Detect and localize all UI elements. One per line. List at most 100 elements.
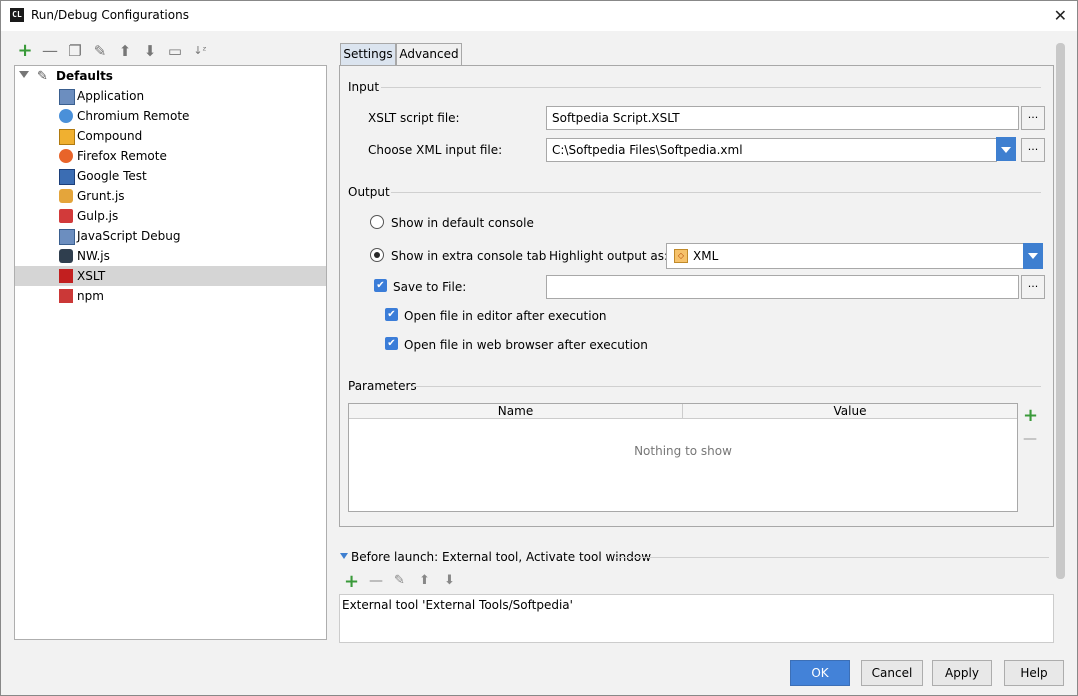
tree-root-label: Defaults (56, 69, 113, 83)
xslt-browse-button[interactable]: ... (1021, 106, 1045, 130)
scrollbar[interactable] (1056, 43, 1065, 579)
xml-value: C:\Softpedia Files\Softpedia.xml (552, 143, 743, 157)
open-browser-checkbox[interactable]: ✔ (385, 337, 398, 350)
highlight-label: Highlight output as: (549, 249, 669, 263)
copy-icon[interactable]: ❐ (65, 41, 85, 61)
tree-item-label: Chromium Remote (77, 109, 190, 123)
cancel-button[interactable]: Cancel (861, 660, 923, 686)
tab-advanced[interactable]: Advanced (396, 43, 462, 65)
chromium-icon (59, 109, 73, 123)
edit-task-icon[interactable]: ✎ (394, 573, 405, 588)
save-to-file-checkbox[interactable]: ✔ (374, 279, 387, 292)
apply-button[interactable]: Apply (932, 660, 992, 686)
xslt-icon (59, 269, 73, 283)
scrollbar-thumb[interactable] (1056, 43, 1065, 579)
wrench-icon[interactable]: ✎ (90, 41, 110, 61)
tree-item-firefox-remote[interactable]: Firefox Remote (15, 146, 326, 166)
add-icon[interactable]: + (15, 41, 35, 61)
tree-item-xslt[interactable]: XSLT (15, 266, 326, 286)
sort-icon[interactable]: ↓ᶻ (190, 41, 210, 61)
collapse-arrow-icon[interactable] (340, 553, 348, 559)
before-launch-item[interactable]: External tool 'External Tools/Softpedia' (342, 598, 573, 612)
tree-item-label: JavaScript Debug (77, 229, 181, 243)
config-tree[interactable]: ✎ Defaults Application Chromium Remote Com… (14, 65, 327, 640)
ok-button[interactable]: OK (790, 660, 850, 686)
xml-label: Choose XML input file: (368, 143, 503, 157)
xml-dropdown-arrow-icon[interactable] (996, 137, 1016, 161)
col-header-name[interactable]: Name (349, 404, 683, 419)
add-task-icon[interactable]: + (344, 571, 359, 592)
tree-item-application[interactable]: Application (15, 86, 326, 106)
remove-parameter-icon[interactable]: — (1023, 431, 1037, 447)
before-launch-list[interactable]: External tool 'External Tools/Softpedia' (339, 594, 1054, 643)
javascript-debug-icon (59, 229, 75, 245)
open-editor-label: Open file in editor after execution (404, 309, 607, 323)
close-icon[interactable]: ✕ (1054, 6, 1067, 25)
move-task-up-icon[interactable]: ⬆ (419, 573, 430, 588)
parameters-section-title: Parameters (348, 379, 417, 393)
tree-item-nw-js[interactable]: NW.js (15, 246, 326, 266)
tree-item-javascript-debug[interactable]: JavaScript Debug (15, 226, 326, 246)
tree-root-defaults[interactable]: ✎ Defaults (15, 66, 326, 86)
nwjs-icon (59, 249, 73, 263)
parameters-table[interactable]: Name Value Nothing to show (348, 403, 1018, 512)
application-icon (59, 89, 75, 105)
expand-arrow-icon[interactable] (19, 71, 29, 78)
highlight-select[interactable]: ◇ XML (666, 243, 1024, 269)
divider (411, 386, 1041, 387)
tree-item-label: Google Test (77, 169, 147, 183)
open-editor-checkbox[interactable]: ✔ (385, 308, 398, 321)
arrow-down-icon[interactable]: ⬇ (140, 41, 160, 61)
input-section-title: Input (348, 80, 380, 94)
extra-tab-label: Show in extra console tab (391, 249, 547, 263)
tree-item-npm[interactable]: npm (15, 286, 326, 306)
move-task-down-icon[interactable]: ⬇ (444, 573, 455, 588)
before-launch-header[interactable]: Before launch: External tool, Activate t… (351, 550, 651, 564)
tree-item-label: Grunt.js (77, 189, 125, 203)
remove-icon[interactable]: — (40, 41, 60, 61)
open-browser-label: Open file in web browser after execution (404, 338, 648, 352)
output-section-title: Output (348, 185, 390, 199)
tree-item-google-test[interactable]: Google Test (15, 166, 326, 186)
tree-item-grunt-js[interactable]: Grunt.js (15, 186, 326, 206)
xml-browse-button[interactable]: ... (1021, 138, 1045, 162)
help-button[interactable]: Help (1004, 660, 1064, 686)
tree-item-label: NW.js (77, 249, 110, 263)
save-to-file-label: Save to File: (393, 280, 467, 294)
tree-item-chromium-remote[interactable]: Chromium Remote (15, 106, 326, 126)
tree-item-label: Gulp.js (77, 209, 119, 223)
add-parameter-icon[interactable]: + (1023, 405, 1038, 426)
compound-icon (59, 129, 75, 145)
tree-item-label: XSLT (77, 269, 106, 283)
radio-default-console[interactable] (370, 215, 384, 229)
remove-task-icon[interactable]: — (369, 573, 383, 589)
highlight-dropdown-arrow-icon[interactable] (1023, 243, 1043, 269)
divider (616, 557, 1049, 558)
folder-icon[interactable]: ▭ (165, 41, 185, 61)
xslt-label: XSLT script file: (368, 111, 460, 125)
app-icon: CL (10, 8, 24, 22)
col-header-value[interactable]: Value (683, 404, 1017, 419)
gulp-icon (59, 209, 73, 223)
grunt-icon (59, 189, 73, 203)
window-title: Run/Debug Configurations (31, 8, 189, 22)
xslt-script-field[interactable]: Softpedia Script.XSLT (546, 106, 1019, 130)
npm-icon (59, 289, 73, 303)
save-to-file-field[interactable] (546, 275, 1019, 299)
tree-item-label: Firefox Remote (77, 149, 167, 163)
save-browse-button[interactable]: ... (1021, 275, 1045, 299)
tab-settings[interactable]: Settings (340, 43, 396, 65)
divider (381, 87, 1041, 88)
defaults-wrench-icon: ✎ (37, 69, 48, 84)
tree-item-label: npm (77, 289, 104, 303)
tree-item-label: Application (77, 89, 145, 103)
highlight-value: XML (693, 249, 719, 263)
tree-item-gulp-js[interactable]: Gulp.js (15, 206, 326, 226)
xml-input-field[interactable]: C:\Softpedia Files\Softpedia.xml (546, 138, 997, 162)
arrow-up-icon[interactable]: ⬆ (115, 41, 135, 61)
google-test-icon (59, 169, 75, 185)
tree-item-compound[interactable]: Compound (15, 126, 326, 146)
radio-extra-console-tab[interactable] (370, 248, 384, 262)
empty-table-text: Nothing to show (634, 444, 732, 458)
tree-item-label: Compound (77, 129, 143, 143)
